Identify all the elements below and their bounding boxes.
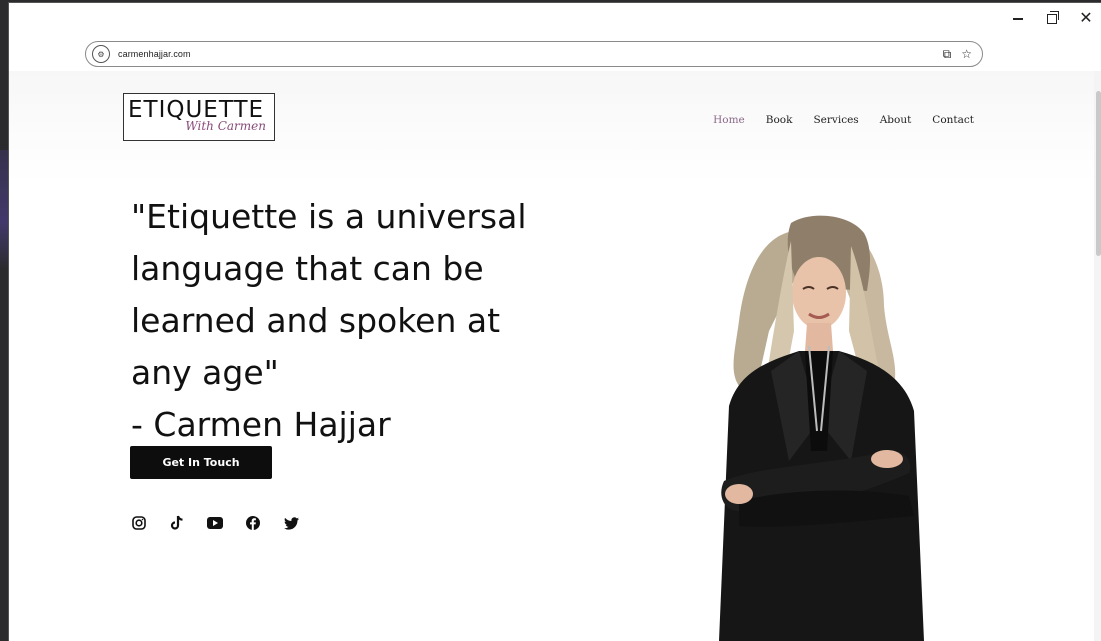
tiktok-icon[interactable] [169, 515, 185, 531]
close-icon: ✕ [1079, 10, 1093, 27]
address-bar-actions: ⧉ ☆ [943, 47, 972, 62]
install-app-icon[interactable]: ⧉ [943, 47, 952, 62]
nav-item-contact[interactable]: Contact [932, 114, 974, 126]
restore-icon [1047, 11, 1059, 24]
nav-item-services[interactable]: Services [813, 114, 858, 126]
nav-item-home[interactable]: Home [713, 114, 745, 126]
social-links [131, 515, 299, 531]
instagram-icon[interactable] [131, 515, 147, 531]
scrollbar-thumb[interactable] [1096, 91, 1101, 256]
logo-sub-text: With Carmen [185, 119, 266, 133]
title-bar: ✕ [9, 3, 1101, 37]
page-scrollbar[interactable] [1094, 71, 1101, 641]
twitter-icon[interactable] [283, 515, 299, 531]
quote-author: - Carmen Hajjar [131, 405, 391, 445]
hero-quote: "Etiquette is a universal language that … [131, 191, 591, 451]
web-page: ETIQUETTE With Carmen Home Book Services… [9, 71, 1094, 641]
quote-line: "Etiquette is a universal [131, 197, 527, 237]
site-logo[interactable]: ETIQUETTE With Carmen [123, 93, 275, 141]
quote-line: learned and spoken at [131, 301, 501, 341]
youtube-icon[interactable] [207, 515, 223, 531]
window-controls: ✕ [1008, 9, 1096, 29]
nav-item-about[interactable]: About [880, 114, 912, 126]
bookmark-star-icon[interactable]: ☆ [961, 47, 972, 62]
site-info-icon[interactable]: ⚙ [92, 45, 110, 63]
address-bar[interactable]: ⚙ carmenhajjar.com ⧉ ☆ [85, 41, 983, 67]
main-nav: Home Book Services About Contact [713, 114, 974, 126]
quote-line: any age" [131, 353, 279, 393]
minimize-icon [1013, 18, 1023, 20]
quote-line: language that can be [131, 249, 484, 289]
carmen-portrait-image [719, 215, 924, 641]
restore-button[interactable] [1042, 9, 1062, 29]
minimize-button[interactable] [1008, 9, 1028, 29]
close-button[interactable]: ✕ [1076, 9, 1096, 29]
facebook-icon[interactable] [245, 515, 261, 531]
browser-window: ✕ ⚙ carmenhajjar.com ⧉ ☆ ETIQUETTE With … [8, 2, 1101, 641]
get-in-touch-button[interactable]: Get In Touch [130, 446, 272, 479]
nav-item-book[interactable]: Book [766, 114, 793, 126]
url-text[interactable]: carmenhajjar.com [118, 49, 191, 59]
